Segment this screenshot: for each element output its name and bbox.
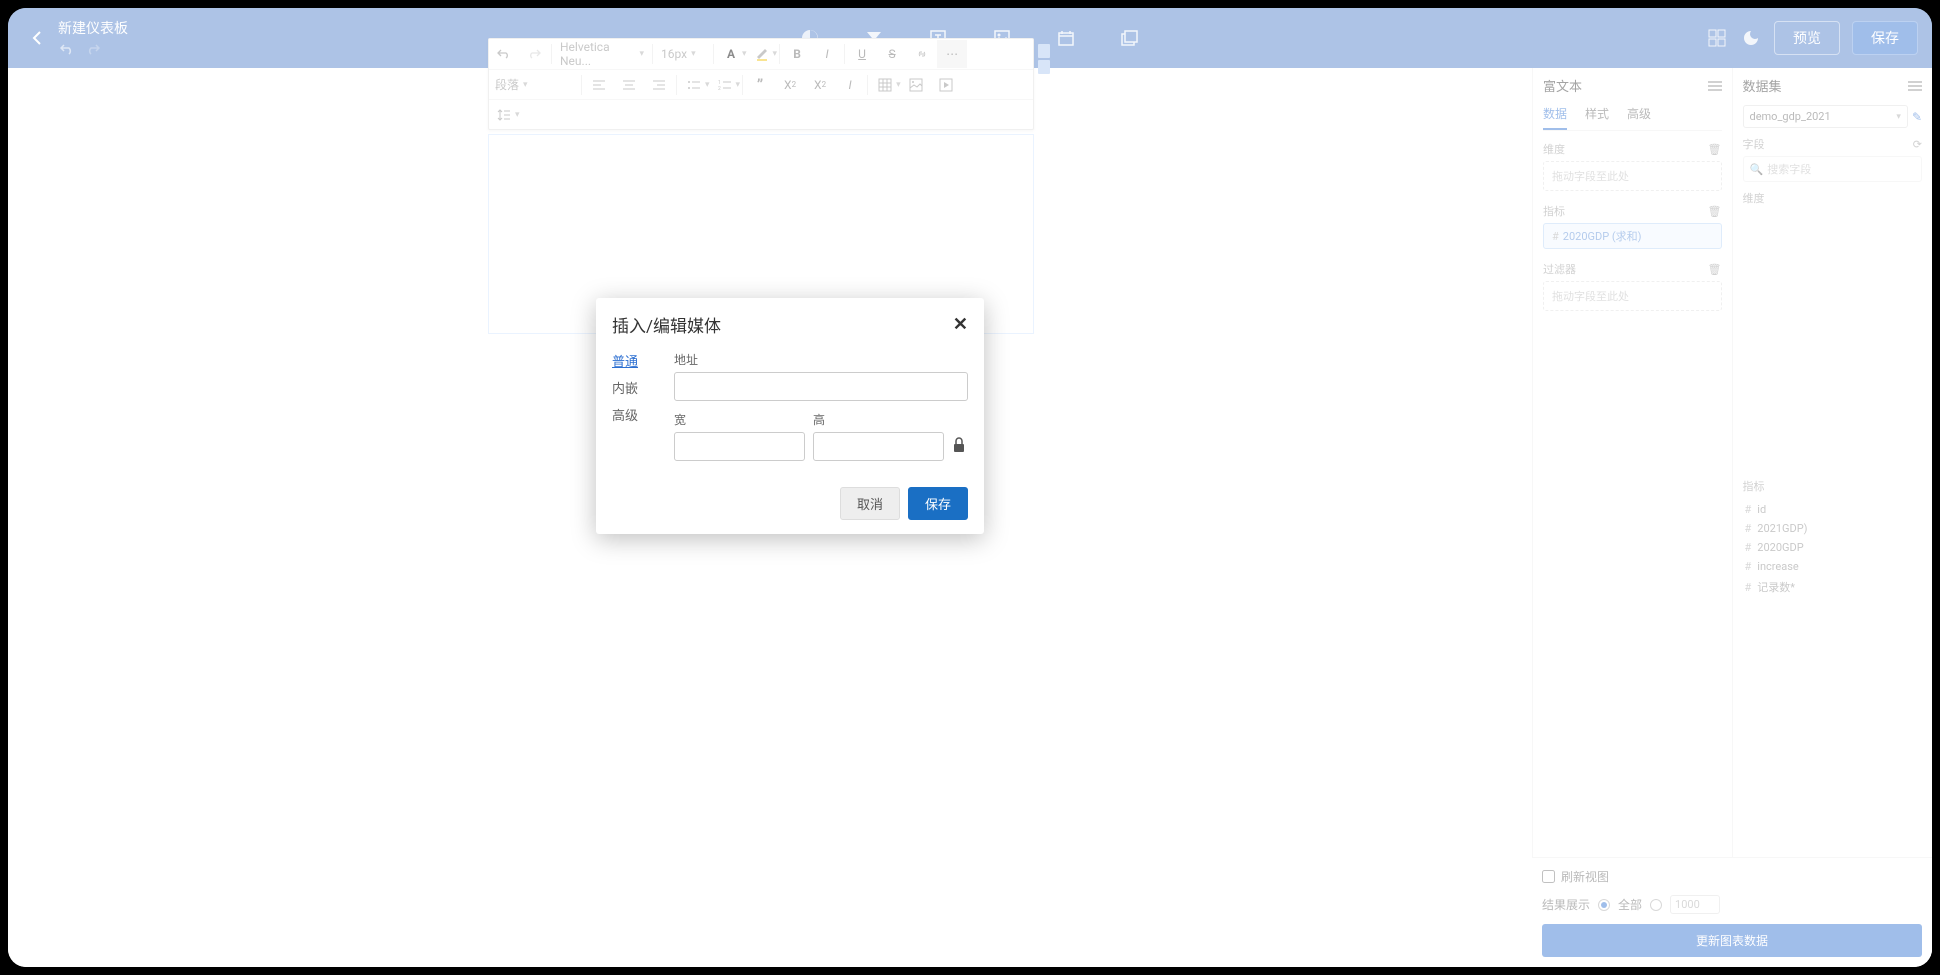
quote-icon[interactable]: ” <box>745 71 775 99</box>
modal-save-button[interactable]: 保存 <box>908 487 968 520</box>
media-modal: 插入/编辑媒体 ✕ 普通 内嵌 高级 地址 宽 高 <box>596 298 984 534</box>
dataset-select[interactable]: demo_gdp_2021▾ <box>1743 105 1908 128</box>
delete-icon[interactable]: 🗑 <box>1708 205 1722 218</box>
align-left-icon[interactable] <box>584 71 614 99</box>
italic2-icon[interactable]: I <box>835 71 865 99</box>
tab-advanced[interactable]: 高级 <box>1627 105 1651 130</box>
tab-style[interactable]: 样式 <box>1585 105 1609 130</box>
link-icon[interactable] <box>907 40 937 68</box>
modal-tab-general[interactable]: 普通 <box>612 351 656 370</box>
label-filter: 过滤器 <box>1543 261 1576 277</box>
result-label: 结果展示 <box>1542 896 1590 913</box>
cancel-button[interactable]: 取消 <box>840 487 900 520</box>
refresh-icon[interactable]: ⟳ <box>1913 138 1922 151</box>
edit-icon[interactable]: ✎ <box>1912 110 1922 124</box>
tabs-icon[interactable] <box>1119 27 1141 49</box>
preview-button[interactable]: 预览 <box>1774 21 1840 55</box>
label-width: 宽 <box>674 411 805 428</box>
metric-group-label: 指标 <box>1743 478 1923 494</box>
font-size-select[interactable]: 16px▾ <box>655 47 711 61</box>
align-right-icon[interactable] <box>644 71 674 99</box>
modal-tab-embed[interactable]: 内嵌 <box>612 378 656 397</box>
label-height: 高 <box>813 411 944 428</box>
more-icon[interactable]: ⋯ <box>937 40 967 68</box>
tb-redo-icon[interactable] <box>519 40 549 68</box>
date-icon[interactable] <box>1055 27 1077 49</box>
modal-title: 插入/编辑媒体 <box>612 312 721 337</box>
label-dimension: 维度 <box>1543 141 1565 157</box>
field-search[interactable]: 🔍搜索字段 <box>1743 156 1923 182</box>
field-item[interactable]: #记录数* <box>1743 576 1923 598</box>
align-center-icon[interactable] <box>614 71 644 99</box>
subscript-icon[interactable]: X2 <box>775 71 805 99</box>
url-input[interactable] <box>674 372 968 401</box>
img-icon[interactable] <box>901 71 931 99</box>
refresh-view-checkbox[interactable] <box>1542 870 1555 883</box>
filter-drop[interactable]: 拖动字段至此处 <box>1543 281 1722 311</box>
width-input[interactable] <box>674 432 805 461</box>
font-family-select[interactable]: Helvetica Neu...▾ <box>554 40 650 68</box>
field-item[interactable]: #increase <box>1743 557 1923 576</box>
grid-icon[interactable] <box>1706 27 1728 49</box>
height-input[interactable] <box>813 432 944 461</box>
field-item[interactable]: #2020GDP <box>1743 538 1923 557</box>
section-title: 富文本 <box>1543 76 1582 95</box>
resize-handle[interactable] <box>1038 44 1050 58</box>
metric-pill[interactable]: #2020GDP (求和) <box>1543 223 1722 249</box>
back-button[interactable] <box>22 23 52 53</box>
lock-icon[interactable] <box>952 437 968 453</box>
modal-tab-advanced[interactable]: 高级 <box>612 405 656 424</box>
italic-icon[interactable]: I <box>812 40 842 68</box>
tb-undo-icon[interactable] <box>489 40 519 68</box>
label-metric: 指标 <box>1543 203 1565 219</box>
paragraph-select[interactable]: 段落▾ <box>489 76 579 93</box>
resize-handle[interactable] <box>1038 60 1050 74</box>
radio-limit[interactable] <box>1650 899 1662 911</box>
search-icon: 🔍 <box>1750 163 1764 176</box>
redo-button[interactable] <box>84 40 102 58</box>
tab-data[interactable]: 数据 <box>1543 105 1567 130</box>
menu-icon[interactable] <box>1908 81 1922 91</box>
field-item[interactable]: #id <box>1743 500 1923 519</box>
dimension-drop[interactable]: 拖动字段至此处 <box>1543 161 1722 191</box>
superscript-icon[interactable]: X2 <box>805 71 835 99</box>
save-button[interactable]: 保存 <box>1852 21 1918 55</box>
section-title: 数据集 <box>1743 76 1782 95</box>
undo-button[interactable] <box>58 40 76 58</box>
theme-icon[interactable] <box>1740 27 1762 49</box>
bold-icon[interactable]: B <box>782 40 812 68</box>
underline-icon[interactable]: U <box>847 40 877 68</box>
svg-text:2: 2 <box>718 86 721 91</box>
close-icon[interactable]: ✕ <box>953 314 968 335</box>
dimension-group-label: 维度 <box>1743 190 1923 206</box>
limit-input[interactable] <box>1670 895 1720 914</box>
menu-icon[interactable] <box>1708 81 1722 91</box>
rich-text-toolbar: Helvetica Neu...▾ 16px▾ A▾ ▾ B I U S ⋯ <box>488 38 1034 130</box>
label-url: 地址 <box>674 351 968 368</box>
media-icon[interactable] <box>931 71 961 99</box>
strike-icon[interactable]: S <box>877 40 907 68</box>
delete-icon[interactable]: 🗑 <box>1708 263 1722 276</box>
radio-all[interactable] <box>1598 899 1610 911</box>
update-chart-button[interactable]: 更新图表数据 <box>1542 924 1922 957</box>
label-fields: 字段 <box>1743 136 1765 152</box>
page-title: 新建仪表板 <box>58 18 128 38</box>
delete-icon[interactable]: 🗑 <box>1708 143 1722 156</box>
field-item[interactable]: #2021GDP) <box>1743 519 1923 538</box>
